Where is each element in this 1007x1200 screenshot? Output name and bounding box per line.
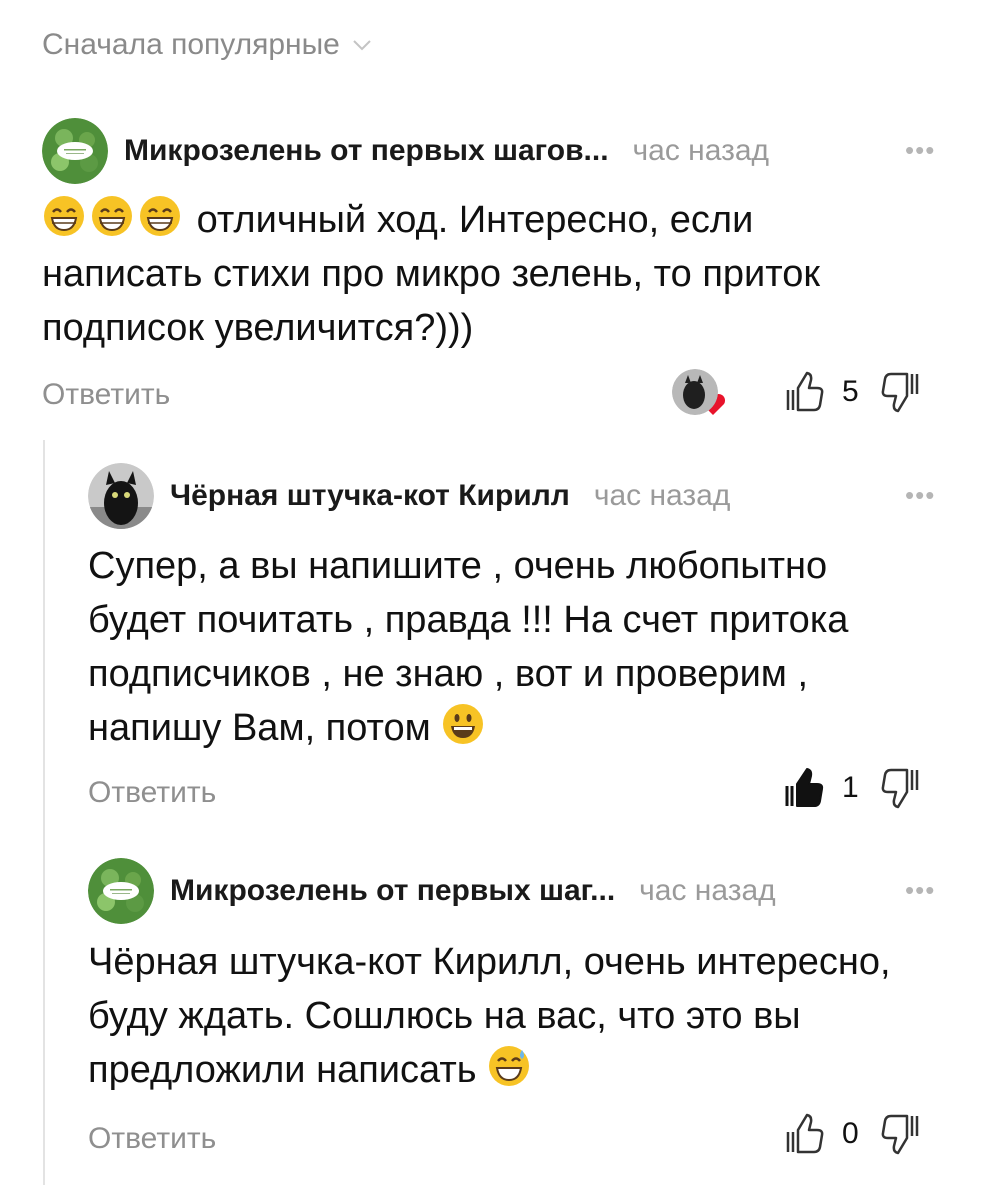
- reply-button[interactable]: Ответить: [88, 776, 216, 810]
- like-count: 1: [842, 771, 859, 804]
- more-options-icon[interactable]: •••: [905, 875, 935, 906]
- comment-text: Чёрная штучка-кот Кирилл, очень интересн…: [88, 935, 891, 1097]
- avatar[interactable]: [88, 463, 154, 529]
- timestamp: час назад: [593, 479, 731, 512]
- thumbs-up-filled-icon[interactable]: [784, 766, 824, 810]
- thumbs-down-icon[interactable]: [881, 370, 921, 414]
- comment-line: Супер, а вы напишите , очень любопытно: [88, 545, 828, 587]
- timestamp: час назад: [632, 134, 770, 167]
- chevron-down-icon: [353, 40, 371, 51]
- liker-avatar[interactable]: [672, 369, 718, 415]
- grin-emoji-icon: [44, 196, 84, 236]
- more-options-icon[interactable]: •••: [905, 135, 935, 166]
- timestamp: час назад: [639, 874, 776, 907]
- sweat-smile-emoji-icon: [489, 1046, 530, 1086]
- thumbs-up-icon[interactable]: [784, 370, 824, 414]
- thumbs-up-icon[interactable]: [784, 1112, 824, 1156]
- comment-line: подписок увеличится?))): [42, 307, 474, 349]
- more-options-icon[interactable]: •••: [905, 480, 935, 511]
- comment-text: Супер, а вы напишите , очень любопытно б…: [88, 539, 848, 755]
- comment-line: Чёрная штучка-кот Кирилл, очень интересн…: [88, 941, 891, 983]
- reply-button[interactable]: Ответить: [42, 378, 170, 412]
- author-name[interactable]: Чёрная штучка-кот Кирилл: [170, 479, 570, 513]
- comment-text: отличный ход. Интересно, если написать с…: [42, 193, 820, 355]
- avatar[interactable]: [88, 858, 154, 924]
- thumbs-down-icon[interactable]: [881, 1112, 921, 1156]
- grin-emoji-icon: [92, 196, 132, 236]
- reply-button[interactable]: Ответить: [88, 1122, 216, 1156]
- like-count: 0: [842, 1117, 859, 1150]
- sort-dropdown[interactable]: Сначала популярные: [42, 28, 374, 62]
- author-name[interactable]: Микрозелень от первых шагов...: [124, 134, 609, 168]
- sort-label: Сначала популярные: [42, 28, 340, 61]
- comment-line: подписчиков , не знаю , вот и проверим ,: [88, 653, 809, 695]
- comment-line: отличный ход. Интересно, если: [196, 199, 754, 241]
- author-name[interactable]: Микрозелень от первых шаг...: [170, 874, 615, 908]
- smiley-emoji-icon: [443, 704, 484, 744]
- thread-line: [43, 440, 45, 1185]
- like-count: 5: [842, 375, 859, 408]
- comment-line: будет почитать , правда !!! На счет прит…: [88, 599, 849, 641]
- grin-emoji-icon: [140, 196, 180, 236]
- thumbs-down-icon[interactable]: [881, 766, 921, 810]
- comment-line: буду ждать. Сошлюсь на вас, что это вы: [88, 995, 801, 1037]
- comment-line: напишу Вам, потом: [88, 707, 431, 749]
- comment-line: написать стихи про микро зелень, то прит…: [42, 253, 821, 295]
- comment-line: предложили написать: [88, 1049, 477, 1091]
- avatar[interactable]: [42, 118, 108, 184]
